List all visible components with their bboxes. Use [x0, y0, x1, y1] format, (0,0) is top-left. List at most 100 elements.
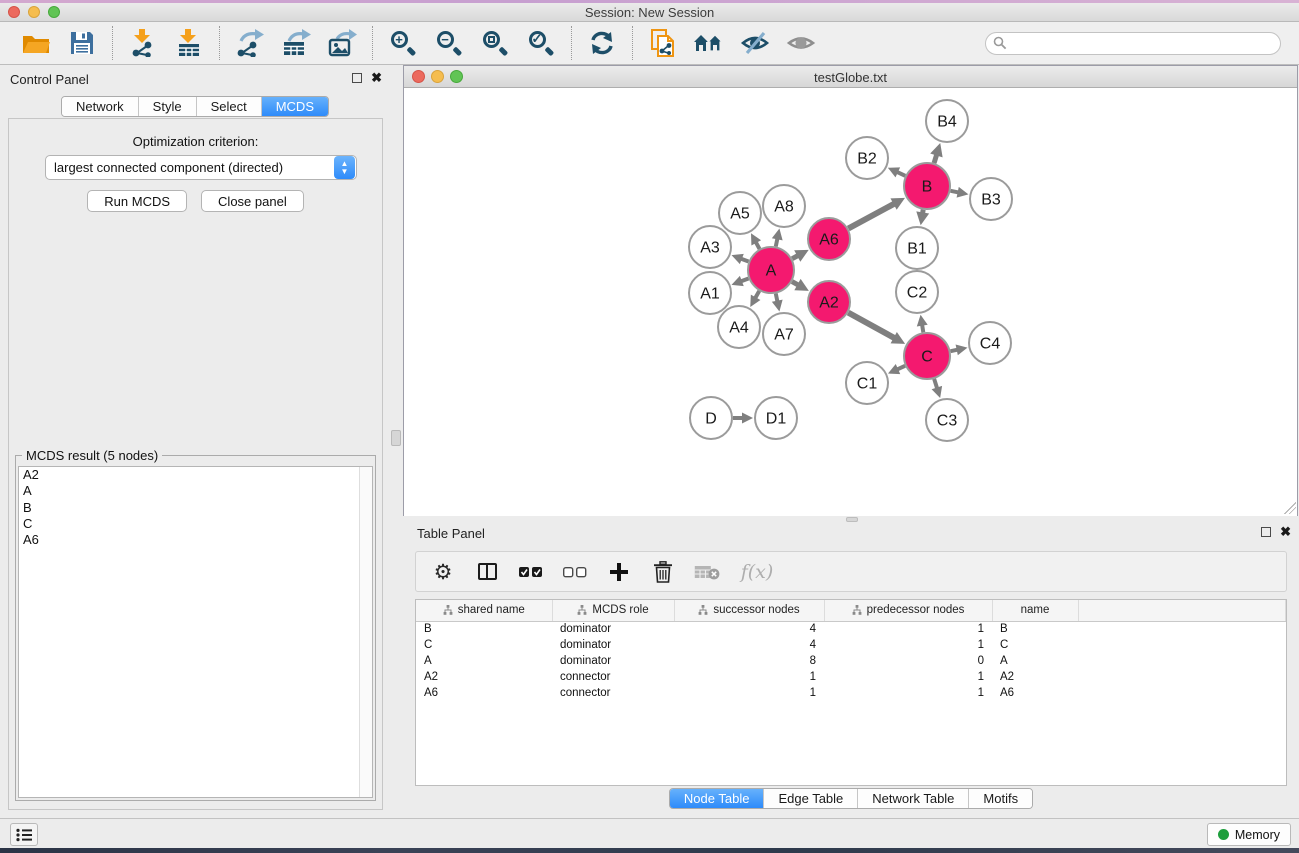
run-mcds-button[interactable]: Run MCDS	[87, 190, 187, 212]
edge-A6-B[interactable]	[848, 203, 895, 228]
function-builder-button[interactable]: f(x)	[738, 559, 776, 585]
table-cell[interactable]: A6	[992, 685, 1078, 701]
table-row[interactable]: Bdominator41B	[416, 621, 1286, 637]
toggle-panel-layout-button[interactable]	[474, 559, 500, 585]
table-cell[interactable]: A2	[416, 669, 552, 685]
column-header-MCDS-role[interactable]: MCDS role	[552, 600, 674, 621]
minimize-window-button[interactable]	[28, 6, 40, 18]
table-cell[interactable]: A6	[416, 685, 552, 701]
close-window-button[interactable]	[8, 6, 20, 18]
table-cell[interactable]: C	[416, 637, 552, 653]
tab-select[interactable]: Select	[197, 97, 262, 116]
open-session-button[interactable]	[18, 26, 54, 60]
table-cell[interactable]: 1	[824, 685, 992, 701]
tab-node-table[interactable]: Node Table	[670, 789, 765, 808]
zoom-selected-button[interactable]: ✓	[523, 26, 559, 60]
table-row[interactable]: Cdominator41C	[416, 637, 1286, 653]
refresh-layout-button[interactable]	[584, 26, 620, 60]
table-cell[interactable]: connector	[552, 685, 674, 701]
first-neighbors-button[interactable]	[691, 26, 727, 60]
hide-selected-button[interactable]	[737, 26, 773, 60]
table-settings-button[interactable]: ⚙	[430, 559, 456, 585]
table-cell[interactable]: 1	[824, 669, 992, 685]
export-table-button[interactable]	[278, 26, 314, 60]
save-session-button[interactable]	[64, 26, 100, 60]
result-list-item[interactable]: B	[19, 500, 372, 516]
import-table-button[interactable]	[171, 26, 207, 60]
clear-table-button[interactable]	[694, 559, 720, 585]
tab-style[interactable]: Style	[139, 97, 197, 116]
table-row[interactable]: A6connector11A6	[416, 685, 1286, 701]
edge-C-C3[interactable]	[934, 379, 937, 389]
table-cell[interactable]: 1	[824, 637, 992, 653]
column-header-name[interactable]: name	[992, 600, 1078, 621]
show-all-button[interactable]	[783, 26, 819, 60]
delete-column-button[interactable]	[650, 559, 676, 585]
table-row[interactable]: A2connector11A2	[416, 669, 1286, 685]
network-graph[interactable]: B4B2BB3A8A5A6A3B1AA1C2A2A4A7C4CC1DD1C3	[404, 88, 1297, 516]
edge-A2-C[interactable]	[848, 313, 895, 339]
table-cell[interactable]: 4	[674, 621, 824, 637]
tab-network[interactable]: Network	[62, 97, 139, 116]
zoom-out-button[interactable]: −	[431, 26, 467, 60]
table-cell[interactable]: 0	[824, 653, 992, 669]
export-image-button[interactable]	[324, 26, 360, 60]
table-cell[interactable]: A	[992, 653, 1078, 669]
table-cell[interactable]: A2	[992, 669, 1078, 685]
column-header-predecessor-nodes[interactable]: predecessor nodes	[824, 600, 992, 621]
deselect-all-columns-button[interactable]	[562, 559, 588, 585]
table-cell[interactable]: dominator	[552, 637, 674, 653]
splitter-grip[interactable]	[391, 430, 401, 446]
vertical-splitter[interactable]	[390, 65, 403, 818]
mcds-result-list[interactable]: A2ABCA6	[18, 466, 373, 798]
zoom-fit-button[interactable]	[477, 26, 513, 60]
list-scrollbar[interactable]	[359, 467, 372, 797]
result-list-item[interactable]: A2	[19, 467, 372, 483]
table-cell[interactable]: 4	[674, 637, 824, 653]
result-list-item[interactable]: A	[19, 483, 372, 499]
search-input[interactable]	[985, 32, 1281, 55]
zoom-window-button[interactable]	[48, 6, 60, 18]
table-cell[interactable]: dominator	[552, 621, 674, 637]
window-titlebar[interactable]: Session: New Session	[0, 3, 1299, 22]
table-cell[interactable]: 1	[824, 621, 992, 637]
export-network-button[interactable]	[232, 26, 268, 60]
tab-mcds[interactable]: MCDS	[262, 97, 328, 116]
horizontal-splitter-grip[interactable]	[846, 517, 858, 522]
table-cell[interactable]: dominator	[552, 653, 674, 669]
tab-network-table[interactable]: Network Table	[858, 789, 969, 808]
network-canvas[interactable]: B4B2BB3A8A5A6A3B1AA1C2A2A4A7C4CC1DD1C3	[404, 88, 1297, 516]
column-header-shared-name[interactable]: shared name	[416, 600, 552, 621]
float-panel-icon[interactable]	[352, 73, 362, 83]
table-cell[interactable]: connector	[552, 669, 674, 685]
table-row[interactable]: Adominator80A	[416, 653, 1286, 669]
close-panel-button[interactable]: Close panel	[201, 190, 304, 212]
tab-motifs[interactable]: Motifs	[969, 789, 1032, 808]
memory-button[interactable]: Memory	[1207, 823, 1291, 846]
float-table-panel-icon[interactable]	[1261, 527, 1271, 537]
window-resize-handle[interactable]	[1284, 502, 1296, 514]
select-all-columns-button[interactable]	[518, 559, 544, 585]
table-cell[interactable]: 8	[674, 653, 824, 669]
task-history-button[interactable]	[10, 823, 38, 846]
node-table[interactable]: shared nameMCDS rolesuccessor nodesprede…	[415, 599, 1287, 786]
add-column-button[interactable]	[606, 559, 632, 585]
table-cell[interactable]: C	[992, 637, 1078, 653]
close-table-panel-icon[interactable]: ✖	[1280, 527, 1291, 537]
network-window-titlebar[interactable]: testGlobe.txt	[404, 66, 1297, 88]
table-cell[interactable]: 1	[674, 685, 824, 701]
close-panel-icon[interactable]: ✖	[371, 73, 382, 83]
column-header-successor-nodes[interactable]: successor nodes	[674, 600, 824, 621]
tab-edge-table[interactable]: Edge Table	[764, 789, 858, 808]
criterion-select[interactable]: largest connected component (directed) ▲…	[45, 155, 357, 180]
new-network-from-selection-button[interactable]	[645, 26, 681, 60]
node-label-C4: C4	[980, 336, 1001, 353]
result-list-item[interactable]: C	[19, 516, 372, 532]
zoom-in-button[interactable]: +	[385, 26, 421, 60]
table-cell[interactable]: B	[416, 621, 552, 637]
import-network-button[interactable]	[125, 26, 161, 60]
table-cell[interactable]: 1	[674, 669, 824, 685]
table-cell[interactable]: B	[992, 621, 1078, 637]
result-list-item[interactable]: A6	[19, 532, 372, 548]
table-cell[interactable]: A	[416, 653, 552, 669]
